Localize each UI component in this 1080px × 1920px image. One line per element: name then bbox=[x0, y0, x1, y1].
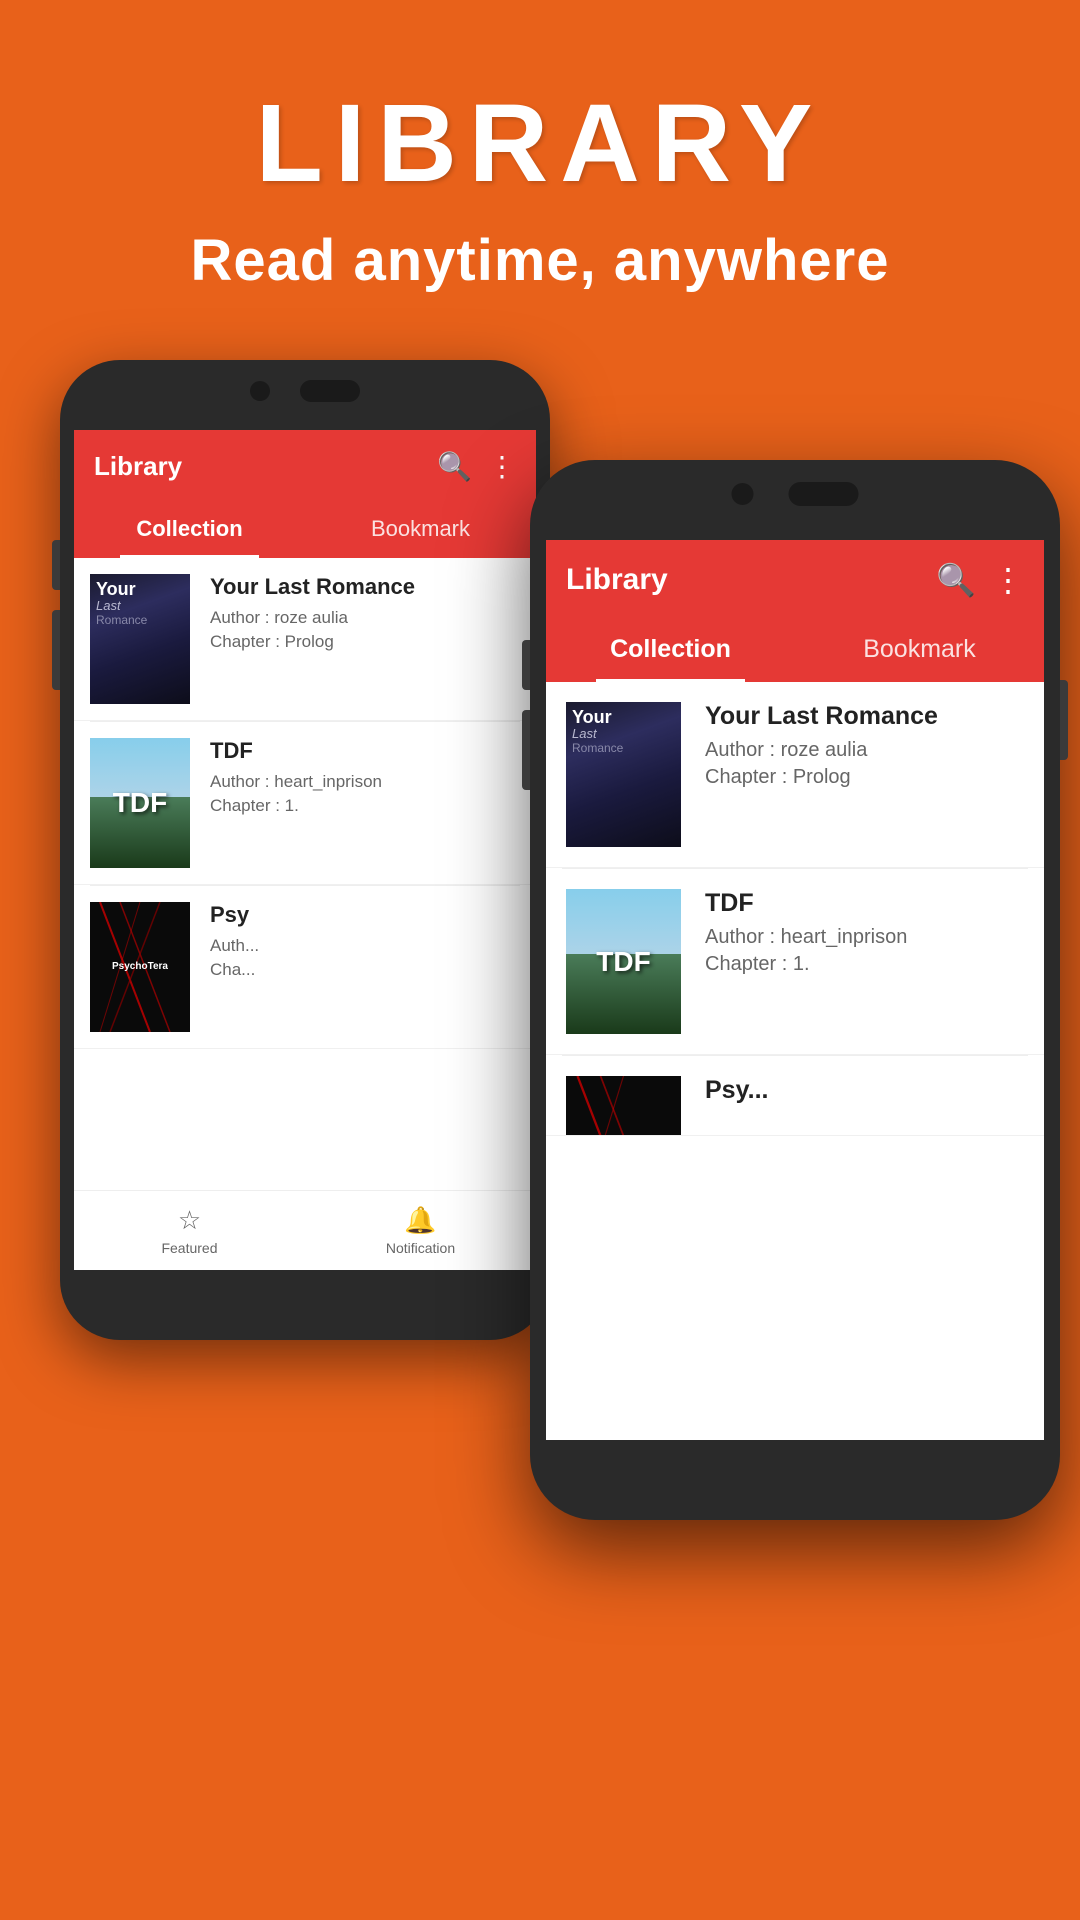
book-info-front-2: TDF Author : heart_inprison Chapter : 1. bbox=[705, 889, 1024, 980]
book-item-2[interactable]: TDF TDF Author : heart_inprison Chapter … bbox=[74, 722, 536, 885]
book-cover-front-1: Your Last Romance bbox=[566, 702, 681, 847]
book-cover-front-2: TDF bbox=[566, 889, 681, 1034]
book-author-2: Author : heart_inprison bbox=[210, 772, 520, 792]
camera-area-front bbox=[732, 482, 859, 506]
book-info-front-3: Psy... bbox=[705, 1076, 1024, 1113]
search-icon-front[interactable]: 🔍 bbox=[936, 561, 976, 599]
book-author-front-2: Author : heart_inprison bbox=[705, 926, 1024, 949]
app-title-front: Library bbox=[566, 563, 920, 597]
featured-icon: ☆ bbox=[178, 1205, 201, 1236]
book-info-front-1: Your Last Romance Author : roze aulia Ch… bbox=[705, 702, 1024, 793]
volume-down-button-front bbox=[522, 710, 530, 790]
phone-front-screen: Library 🔍 ⋮ Collection Bookmark bbox=[546, 540, 1044, 1440]
book-chapter-3: Cha... bbox=[210, 960, 520, 980]
book-cover-1: Your Last Romance bbox=[90, 574, 190, 704]
notification-icon: 🔔 bbox=[404, 1205, 436, 1236]
tabs-bar-front: Collection Bookmark bbox=[546, 620, 1044, 682]
earpiece-speaker bbox=[300, 380, 360, 402]
phone-front: Library 🔍 ⋮ Collection Bookmark bbox=[530, 460, 1060, 1520]
more-icon-front[interactable]: ⋮ bbox=[992, 561, 1024, 599]
hero-section: LIBRARY Read anytime, anywhere bbox=[0, 0, 1080, 334]
book-item-front-2[interactable]: TDF TDF Author : heart_inprison Chapter … bbox=[546, 869, 1044, 1055]
volume-down-button bbox=[52, 610, 60, 690]
book-cover-front-3: PsychoTera bbox=[566, 1076, 681, 1136]
phones-container: Library 🔍 ⋮ Collection Bookmark bbox=[0, 360, 1080, 1920]
book-chapter-1: Chapter : Prolog bbox=[210, 632, 520, 652]
more-icon-back[interactable]: ⋮ bbox=[488, 450, 516, 483]
book-author-1: Author : roze aulia bbox=[210, 608, 520, 628]
earpiece-speaker-front bbox=[789, 482, 859, 506]
phone-back: Library 🔍 ⋮ Collection Bookmark bbox=[60, 360, 550, 1340]
featured-label: Featured bbox=[161, 1240, 217, 1256]
volume-up-button bbox=[52, 540, 60, 590]
book-chapter-2: Chapter : 1. bbox=[210, 796, 520, 816]
camera-lens-front bbox=[732, 483, 754, 505]
tab-collection-back[interactable]: Collection bbox=[74, 502, 305, 555]
book-item-3[interactable]: PsychoTera Psy Auth... Cha... bbox=[74, 886, 536, 1049]
volume-up-button-front bbox=[522, 640, 530, 690]
book-title-front-1: Your Last Romance bbox=[705, 702, 1024, 731]
book-author-3: Auth... bbox=[210, 936, 520, 956]
app-bar-back: Library 🔍 ⋮ bbox=[74, 430, 536, 502]
nav-notification-back[interactable]: 🔔 Notification bbox=[305, 1191, 536, 1270]
app-title-back: Library bbox=[94, 451, 421, 482]
tabs-bar-back: Collection Bookmark bbox=[74, 502, 536, 558]
camera-area bbox=[250, 380, 360, 402]
book-chapter-front-2: Chapter : 1. bbox=[705, 953, 1024, 976]
book-cover-3: PsychoTera bbox=[90, 902, 190, 1032]
book-list-back: Your Last Romance Your Last Romance Auth… bbox=[74, 558, 536, 1049]
hero-title: LIBRARY bbox=[40, 80, 1040, 207]
phone-back-screen: Library 🔍 ⋮ Collection Bookmark bbox=[74, 430, 536, 1270]
book-chapter-front-1: Chapter : Prolog bbox=[705, 766, 1024, 789]
book-title-3: Psy bbox=[210, 902, 520, 928]
book-item-front-1[interactable]: Your Last Romance Your Last Romance Auth… bbox=[546, 682, 1044, 868]
notification-label: Notification bbox=[386, 1240, 455, 1256]
book-cover-2: TDF bbox=[90, 738, 190, 868]
book-list-front: Your Last Romance Your Last Romance Auth… bbox=[546, 682, 1044, 1136]
book-info-1: Your Last Romance Author : roze aulia Ch… bbox=[210, 574, 520, 656]
book-item-front-3[interactable]: PsychoTera Psy... bbox=[546, 1056, 1044, 1136]
search-icon-back[interactable]: 🔍 bbox=[437, 450, 472, 483]
tab-collection-front[interactable]: Collection bbox=[546, 620, 795, 679]
book-title-front-2: TDF bbox=[705, 889, 1024, 918]
hero-subtitle: Read anytime, anywhere bbox=[40, 227, 1040, 294]
camera-lens bbox=[250, 381, 270, 401]
book-author-front-1: Author : roze aulia bbox=[705, 739, 1024, 762]
tab-bookmark-front[interactable]: Bookmark bbox=[795, 620, 1044, 679]
book-title-1: Your Last Romance bbox=[210, 574, 520, 600]
bottom-nav-back: ☆ Featured 🔔 Notification bbox=[74, 1190, 536, 1270]
book-info-2: TDF Author : heart_inprison Chapter : 1. bbox=[210, 738, 520, 820]
power-button-front bbox=[1060, 680, 1068, 760]
book-item-1[interactable]: Your Last Romance Your Last Romance Auth… bbox=[74, 558, 536, 721]
book-title-2: TDF bbox=[210, 738, 520, 764]
nav-featured-back[interactable]: ☆ Featured bbox=[74, 1191, 305, 1270]
book-title-front-3: Psy... bbox=[705, 1076, 1024, 1105]
book-info-3: Psy Auth... Cha... bbox=[210, 902, 520, 984]
app-bar-front: Library 🔍 ⋮ bbox=[546, 540, 1044, 620]
tab-bookmark-back[interactable]: Bookmark bbox=[305, 502, 536, 555]
